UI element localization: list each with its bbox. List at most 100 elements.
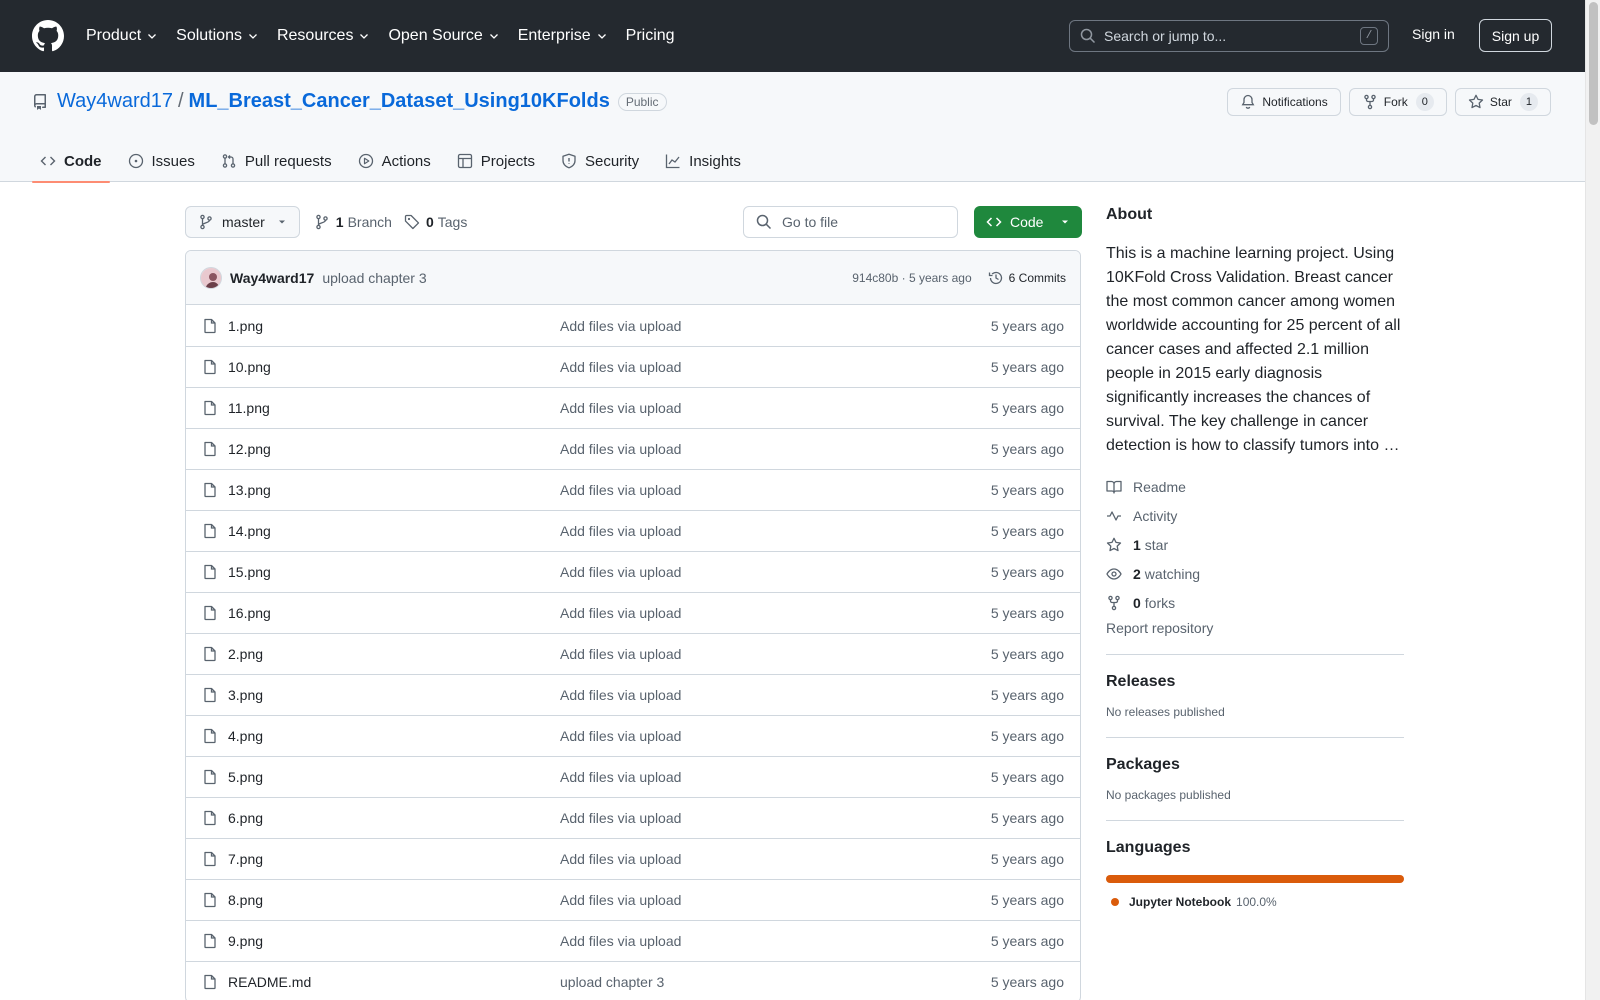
file-row[interactable]: 16.png Add files via upload 5 years ago xyxy=(186,592,1080,633)
notifications-button[interactable]: Notifications xyxy=(1227,88,1341,116)
file-row[interactable]: 12.png Add files via upload 5 years ago xyxy=(186,428,1080,469)
tab-code[interactable]: Code xyxy=(32,140,110,183)
file-row[interactable]: 10.png Add files via upload 5 years ago xyxy=(186,346,1080,387)
file-commit-message[interactable]: Add files via upload xyxy=(560,851,991,867)
commit-author-link[interactable]: Way4ward17 xyxy=(230,270,314,286)
tab-insights[interactable]: Insights xyxy=(657,140,749,182)
tab-issues[interactable]: Issues xyxy=(120,140,203,182)
page-scrollbar[interactable] xyxy=(1585,0,1600,1000)
file-name-link[interactable]: 2.png xyxy=(228,646,560,662)
file-row[interactable]: 9.png Add files via upload 5 years ago xyxy=(186,920,1080,961)
commits-history-link[interactable]: 6 Commits xyxy=(988,270,1066,286)
pull-request-icon xyxy=(222,154,236,168)
commit-message-link[interactable]: upload chapter 3 xyxy=(322,270,426,286)
code-dropdown-button[interactable]: Code xyxy=(974,206,1082,238)
file-name-link[interactable]: 5.png xyxy=(228,769,560,785)
file-commit-message[interactable]: Add files via upload xyxy=(560,482,991,498)
nav-pricing[interactable]: Pricing xyxy=(626,27,675,45)
nav-open-source[interactable]: Open Source xyxy=(388,27,499,45)
file-row[interactable]: 1.png Add files via upload 5 years ago xyxy=(186,305,1080,346)
repo-owner-link[interactable]: Way4ward17 xyxy=(57,90,173,113)
file-commit-message[interactable]: Add files via upload xyxy=(560,441,991,457)
sign-up-button[interactable]: Sign up xyxy=(1479,19,1552,52)
file-name-link[interactable]: 8.png xyxy=(228,892,560,908)
file-row[interactable]: 7.png Add files via upload 5 years ago xyxy=(186,838,1080,879)
go-to-file-input[interactable]: Go to file xyxy=(743,206,958,238)
github-logo-icon[interactable] xyxy=(32,20,64,52)
file-name-link[interactable]: 13.png xyxy=(228,482,560,498)
file-row[interactable]: 8.png Add files via upload 5 years ago xyxy=(186,879,1080,920)
file-name-link[interactable]: 11.png xyxy=(228,400,560,416)
file-commit-message[interactable]: Add files via upload xyxy=(560,892,991,908)
stars-link[interactable]: 1 star xyxy=(1106,530,1404,559)
nav-enterprise[interactable]: Enterprise xyxy=(518,27,608,45)
file-commit-message[interactable]: Add files via upload xyxy=(560,564,991,580)
file-commit-message[interactable]: Add files via upload xyxy=(560,400,991,416)
global-search-input[interactable]: Search or jump to... / xyxy=(1069,20,1389,52)
report-repository-link[interactable]: Report repository xyxy=(1106,620,1404,636)
file-name-link[interactable]: 14.png xyxy=(228,523,560,539)
file-commit-message[interactable]: Add files via upload xyxy=(560,318,991,334)
file-name-link[interactable]: README.md xyxy=(228,974,560,990)
file-name-link[interactable]: 1.png xyxy=(228,318,560,334)
nav-resources[interactable]: Resources xyxy=(277,27,370,45)
file-name-link[interactable]: 12.png xyxy=(228,441,560,457)
watchers-link[interactable]: 2 watching xyxy=(1106,559,1404,588)
packages-empty-text: No packages published xyxy=(1106,788,1231,802)
fork-button[interactable]: Fork 0 xyxy=(1348,88,1447,116)
language-item[interactable]: Jupyter Notebook 100.0% xyxy=(1106,895,1404,909)
file-row[interactable]: 15.png Add files via upload 5 years ago xyxy=(186,551,1080,592)
branch-selector[interactable]: master xyxy=(185,206,300,238)
file-row[interactable]: 2.png Add files via upload 5 years ago xyxy=(186,633,1080,674)
tab-actions[interactable]: Actions xyxy=(350,140,439,182)
file-name-link[interactable]: 6.png xyxy=(228,810,560,826)
releases-heading[interactable]: Releases xyxy=(1106,673,1404,691)
file-row[interactable]: 3.png Add files via upload 5 years ago xyxy=(186,674,1080,715)
tab-pull-requests[interactable]: Pull requests xyxy=(213,140,340,182)
repo-header: Way4ward17 / ML_Breast_Cancer_Dataset_Us… xyxy=(0,72,1585,183)
scrollbar-thumb[interactable] xyxy=(1589,2,1598,125)
nav-solutions[interactable]: Solutions xyxy=(176,27,259,45)
file-commit-message[interactable]: Add files via upload xyxy=(560,646,991,662)
file-commit-message[interactable]: upload chapter 3 xyxy=(560,974,991,990)
repo-name-link[interactable]: ML_Breast_Cancer_Dataset_Using10KFolds xyxy=(189,90,610,113)
packages-heading[interactable]: Packages xyxy=(1106,756,1404,774)
forks-link[interactable]: 0 forks xyxy=(1106,588,1404,617)
tab-projects[interactable]: Projects xyxy=(449,140,543,182)
sign-in-link[interactable]: Sign in xyxy=(1412,26,1455,42)
star-button[interactable]: Star 1 xyxy=(1454,88,1551,116)
language-color-dot xyxy=(1111,898,1119,906)
file-row[interactable]: 4.png Add files via upload 5 years ago xyxy=(186,715,1080,756)
file-name-link[interactable]: 15.png xyxy=(228,564,560,580)
file-row[interactable]: 14.png Add files via upload 5 years ago xyxy=(186,510,1080,551)
file-name-link[interactable]: 3.png xyxy=(228,687,560,703)
file-commit-message[interactable]: Add files via upload xyxy=(560,769,991,785)
file-row[interactable]: 6.png Add files via upload 5 years ago xyxy=(186,797,1080,838)
nav-product[interactable]: Product xyxy=(86,27,158,45)
file-row[interactable]: 11.png Add files via upload 5 years ago xyxy=(186,387,1080,428)
commit-hash-time[interactable]: 914c80b · 5 years ago xyxy=(852,271,971,285)
file-row[interactable]: 5.png Add files via upload 5 years ago xyxy=(186,756,1080,797)
file-commit-message[interactable]: Add files via upload xyxy=(560,605,991,621)
file-commit-message[interactable]: Add files via upload xyxy=(560,523,991,539)
file-row[interactable]: 13.png Add files via upload 5 years ago xyxy=(186,469,1080,510)
file-list: 1.png Add files via upload 5 years ago 10.p… xyxy=(186,305,1080,1000)
file-commit-message[interactable]: Add files via upload xyxy=(560,687,991,703)
file-commit-message[interactable]: Add files via upload xyxy=(560,359,991,375)
file-commit-message[interactable]: Add files via upload xyxy=(560,728,991,744)
file-commit-message[interactable]: Add files via upload xyxy=(560,810,991,826)
file-name-link[interactable]: 16.png xyxy=(228,605,560,621)
activity-link[interactable]: Activity xyxy=(1106,501,1404,530)
file-name-link[interactable]: 7.png xyxy=(228,851,560,867)
readme-link[interactable]: Readme xyxy=(1106,472,1404,501)
file-name-link[interactable]: 9.png xyxy=(228,933,560,949)
file-row[interactable]: README.md upload chapter 35 years ago xyxy=(186,961,1080,1000)
file-name-link[interactable]: 4.png xyxy=(228,728,560,744)
file-icon xyxy=(204,523,216,539)
branches-link[interactable]: 1 Branch xyxy=(314,214,392,230)
tab-security[interactable]: Security xyxy=(553,140,647,182)
avatar[interactable] xyxy=(200,266,222,289)
file-name-link[interactable]: 10.png xyxy=(228,359,560,375)
tags-link[interactable]: 0 Tags xyxy=(404,214,467,230)
file-commit-message[interactable]: Add files via upload xyxy=(560,933,991,949)
